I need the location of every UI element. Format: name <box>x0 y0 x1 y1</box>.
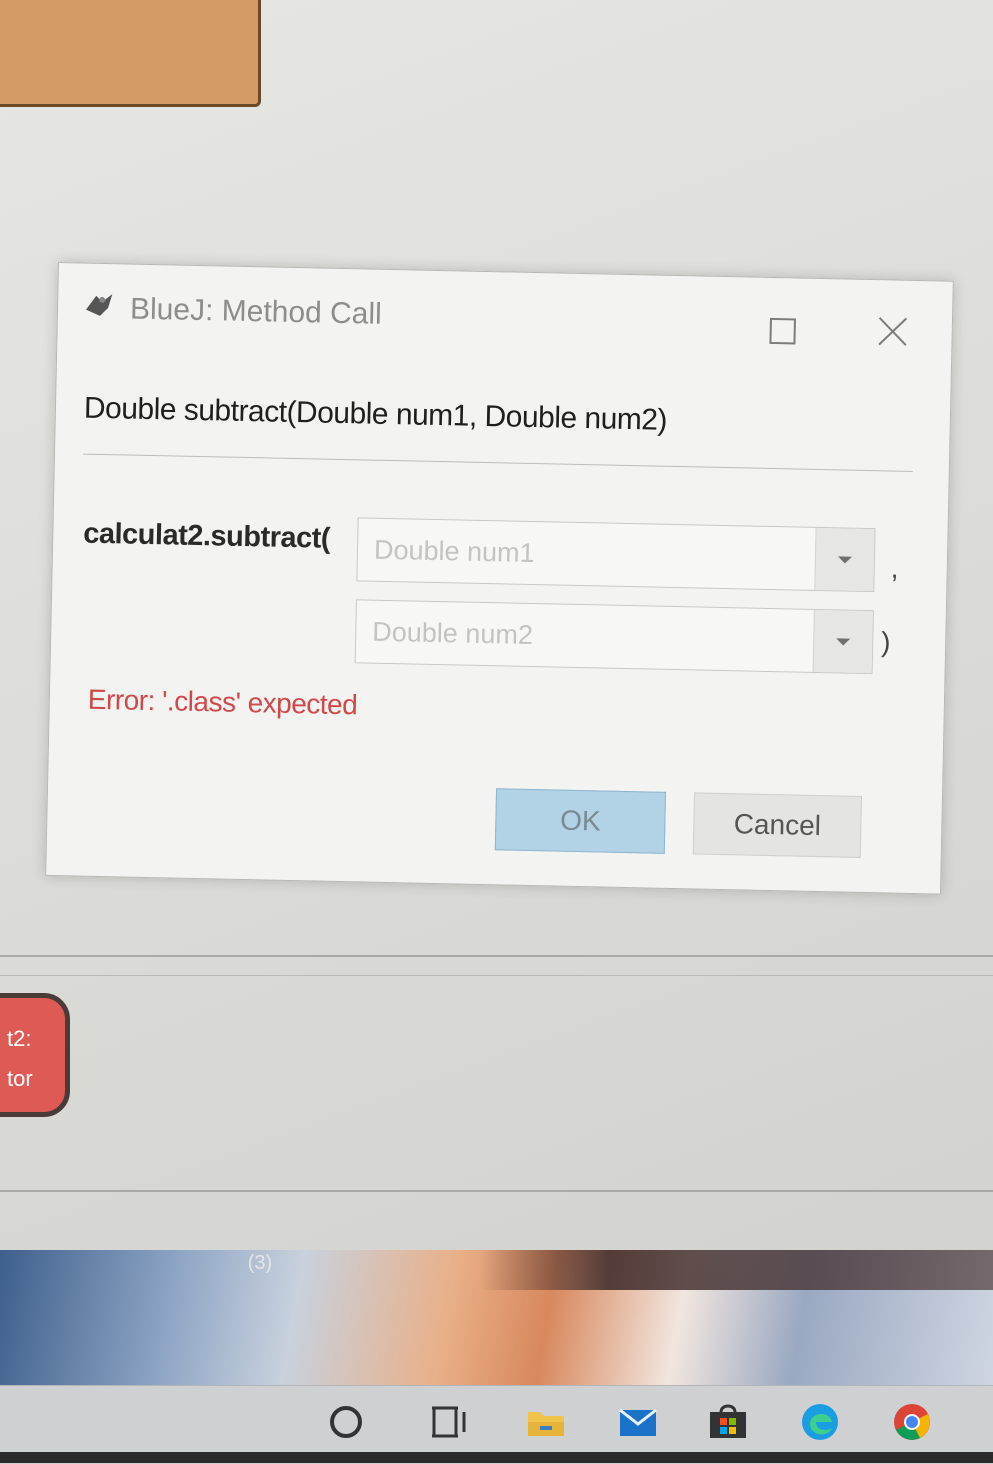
chrome-icon[interactable] <box>890 1400 934 1444</box>
task-view-icon[interactable] <box>428 1400 472 1444</box>
param-num2-dropdown-button[interactable] <box>812 609 873 674</box>
object-bench-item[interactable]: t2: tor <box>0 993 70 1117</box>
title-bar[interactable]: BlueJ: Method Call <box>57 263 952 362</box>
orange-object <box>0 0 261 107</box>
search-icon[interactable] <box>330 1406 362 1438</box>
file-explorer-icon[interactable] <box>524 1400 568 1444</box>
window-bottom-border <box>0 1190 993 1192</box>
error-message: Error: '.class' expected <box>87 683 358 721</box>
method-call-dialog: BlueJ: Method Call Double subtract(Doubl… <box>45 262 954 895</box>
param-num2-input[interactable] <box>355 600 817 672</box>
closing-paren: ) <box>880 626 891 658</box>
bench-divider <box>0 955 993 957</box>
wallpaper-shadow <box>480 1250 993 1290</box>
call-prefix: calculat2.subtract( <box>82 517 331 555</box>
mail-icon[interactable] <box>616 1400 660 1444</box>
param-num1-input[interactable] <box>357 518 819 590</box>
store-icon[interactable] <box>706 1400 750 1444</box>
param-num2-combo <box>354 599 874 675</box>
edge-icon[interactable] <box>798 1400 842 1444</box>
bluej-bird-icon <box>86 294 113 316</box>
separator <box>82 453 913 472</box>
param-num1-dropdown-button[interactable] <box>814 527 875 592</box>
bench-divider-inner <box>0 975 993 976</box>
close-button[interactable] <box>875 314 910 349</box>
method-signature: Double subtract(Double num1, Double num2… <box>83 391 668 437</box>
object-name: t2: <box>7 1026 32 1051</box>
notification-badge: (3) <box>247 1252 273 1274</box>
maximize-button[interactable] <box>769 317 796 345</box>
screen-bezel <box>0 1452 993 1463</box>
ok-button[interactable]: OK <box>494 788 667 854</box>
window-title: BlueJ: Method Call <box>129 292 383 331</box>
param-separator-comma: , <box>890 552 899 584</box>
cancel-button[interactable]: Cancel <box>692 792 862 858</box>
param-num1-combo <box>356 517 876 593</box>
object-type: tor <box>7 1066 33 1091</box>
